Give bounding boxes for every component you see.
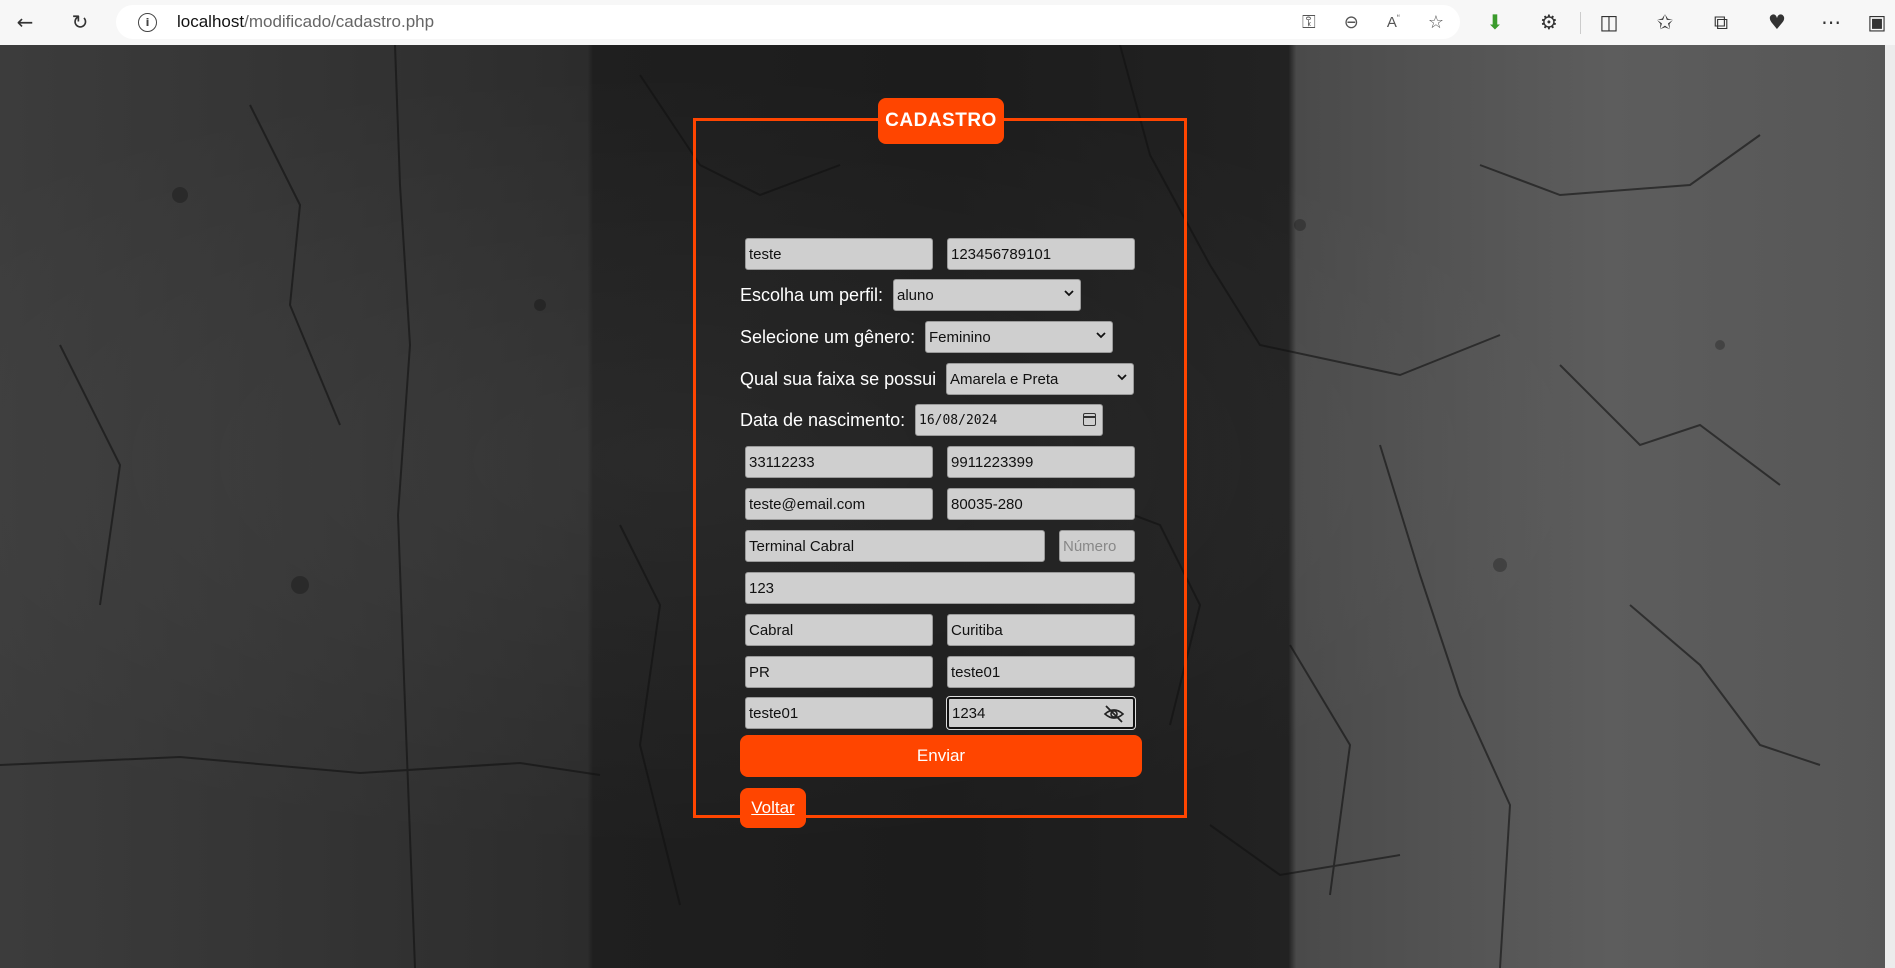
complemento-input[interactable]: 123 <box>745 572 1135 604</box>
favorites-icon[interactable]: ✩ <box>1650 8 1680 36</box>
browser-toolbar: ← ↻ i localhost/modificado/cadastro.php … <box>0 0 1895 46</box>
calendar-icon[interactable] <box>1083 413 1096 426</box>
url-path: /modificado/cadastro.php <box>244 12 435 31</box>
nascimento-label: Data de nascimento: <box>740 409 906 430</box>
download-extension-icon[interactable]: ⬇ <box>1480 8 1510 36</box>
cpf-input[interactable]: 123456789101 <box>947 238 1135 270</box>
numero-input[interactable]: Número <box>1059 530 1135 562</box>
sidebar-toggle-icon[interactable]: ▣ <box>1862 8 1892 36</box>
perfil-label: Escolha um perfil: <box>740 284 884 305</box>
genero-selected-value: Feminino <box>929 328 991 346</box>
bairro-input[interactable]: Cabral <box>745 614 933 646</box>
extensions-icon[interactable]: ⚙ <box>1534 8 1564 36</box>
cep-input[interactable]: 80035-280 <box>947 488 1135 520</box>
back-icon[interactable]: ← <box>10 8 40 36</box>
site-info-icon[interactable]: i <box>138 12 157 32</box>
eye-slash-icon[interactable] <box>1103 704 1125 724</box>
nascimento-value: 16/08/2024 <box>919 412 998 428</box>
address-bar[interactable]: i localhost/modificado/cadastro.php ⚿ ⊖ … <box>116 5 1460 39</box>
browser-essentials-icon[interactable]: ♥ <box>1762 8 1792 36</box>
voltar-link[interactable]: Voltar <box>740 788 806 828</box>
enviar-button[interactable]: Enviar <box>740 735 1142 777</box>
nome-input[interactable]: teste <box>745 238 933 270</box>
zoom-out-icon[interactable]: ⊖ <box>1344 12 1359 33</box>
chevron-down-icon <box>1096 332 1106 339</box>
cidade-input[interactable]: Curitiba <box>947 614 1135 646</box>
split-screen-icon[interactable]: ◫ <box>1594 8 1624 36</box>
form-legend: CADASTRO <box>878 98 1004 144</box>
nascimento-date-input[interactable]: 16/08/2024 <box>915 404 1103 436</box>
faixa-selected-value: Amarela e Preta <box>950 370 1059 388</box>
email-input[interactable]: teste@email.com <box>745 488 933 520</box>
genero-select[interactable]: Feminino <box>925 321 1113 353</box>
login-input[interactable]: teste01 <box>745 697 933 729</box>
address-url[interactable]: localhost/modificado/cadastro.php <box>177 12 434 32</box>
favorite-star-icon[interactable]: ☆ <box>1428 12 1444 33</box>
senha-input[interactable]: 1234 <box>947 697 1135 729</box>
collections-icon[interactable]: ⧉ <box>1706 8 1736 36</box>
chevron-down-icon <box>1064 290 1074 297</box>
genero-label: Selecione um gênero: <box>740 326 916 347</box>
key-icon[interactable]: ⚿ <box>1302 12 1316 33</box>
usuario-input[interactable]: teste01 <box>947 656 1135 688</box>
url-host: localhost <box>177 12 245 31</box>
perfil-select[interactable]: aluno <box>893 279 1081 311</box>
estado-input[interactable]: PR <box>745 656 933 688</box>
faixa-select[interactable]: Amarela e Preta <box>946 363 1134 395</box>
read-aloud-icon[interactable]: A“ <box>1387 13 1400 31</box>
celular-input[interactable]: 9911223399 <box>947 446 1135 478</box>
chevron-down-icon <box>1117 374 1127 381</box>
senha-value: 1234 <box>952 704 986 722</box>
faixa-label: Qual sua faixa se possui <box>740 368 937 389</box>
more-options-icon[interactable]: ⋯ <box>1816 8 1846 36</box>
page-scrollbar[interactable] <box>1885 45 1895 968</box>
perfil-selected-value: aluno <box>897 286 934 304</box>
rua-input[interactable]: Terminal Cabral <box>745 530 1045 562</box>
reload-icon[interactable]: ↻ <box>65 8 95 36</box>
telefone-input[interactable]: 33112233 <box>745 446 933 478</box>
